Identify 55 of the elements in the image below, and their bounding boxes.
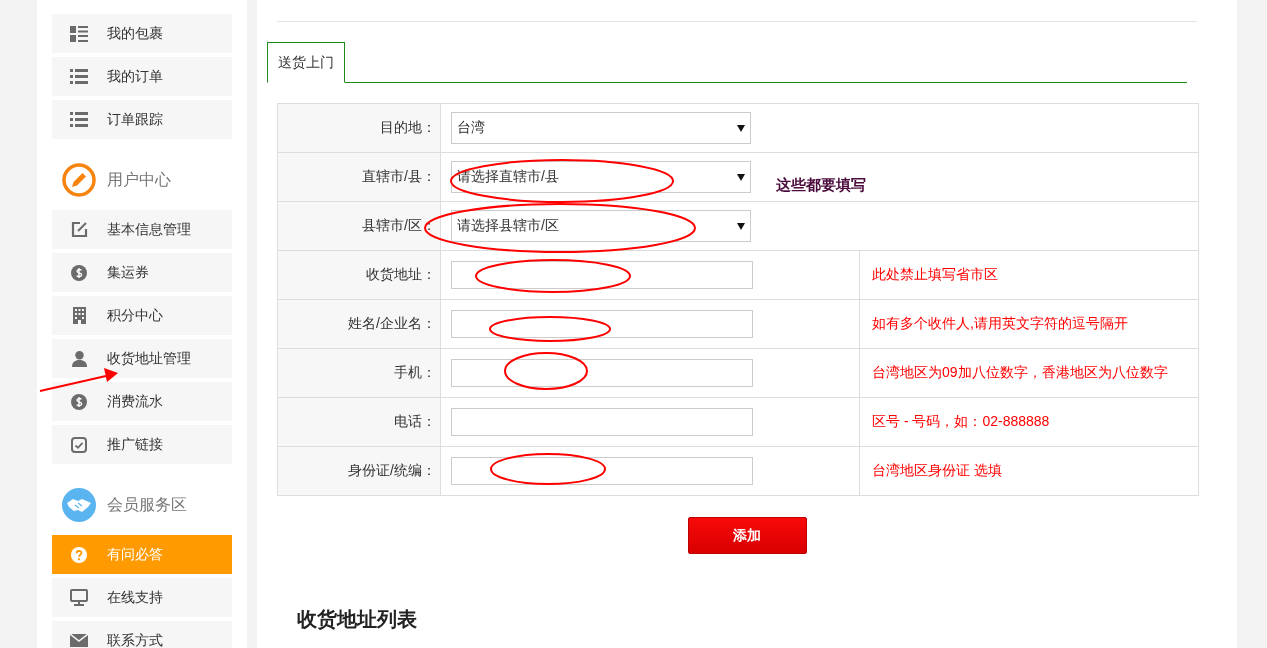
input-field[interactable] <box>451 457 753 485</box>
monitor-icon <box>70 589 88 606</box>
sidebar-item[interactable]: 集运券 <box>52 253 232 292</box>
sidebar-item[interactable]: 消费流水 <box>52 382 232 421</box>
section-heading: 会员服务区 <box>107 494 187 515</box>
select-field[interactable]: 台湾 <box>451 112 751 144</box>
question-icon <box>71 546 87 563</box>
field-label: 直辖市/县： <box>362 168 436 184</box>
sidebar-item[interactable]: 收货地址管理 <box>52 339 232 378</box>
pencil-circle-icon <box>62 163 96 197</box>
hint-text: 如有多个收件人,请用英文字符的逗号隔开 <box>872 315 1128 331</box>
sidebar-item[interactable]: 在线支持 <box>52 578 232 617</box>
field-label: 身份证/统编： <box>348 462 436 478</box>
field-label: 电话： <box>394 413 436 429</box>
dollar-coin-icon <box>71 393 87 410</box>
input-field[interactable] <box>451 261 753 289</box>
sidebar-item[interactable]: 联系方式 <box>52 621 232 648</box>
field-label: 县辖市/区： <box>362 217 436 233</box>
field-label: 姓名/企业名： <box>348 315 436 331</box>
annotation-note: 这些都要填写 <box>776 176 866 195</box>
list-icon <box>70 112 88 127</box>
field-label: 目的地： <box>380 119 436 135</box>
section-heading: 收货地址列表 <box>297 607 418 632</box>
grid-list-icon <box>70 25 88 42</box>
list-icon <box>70 69 88 84</box>
caret-icon <box>737 222 745 230</box>
tab[interactable]: 送货上门 <box>267 42 345 83</box>
hint-text: 区号 - 号码，如：02-888888 <box>872 413 1050 429</box>
hint-text: 台湾地区身份证 选填 <box>872 462 1002 478</box>
building-icon <box>72 307 86 324</box>
handshake-circle-icon <box>62 488 96 522</box>
checkbox-icon <box>71 436 87 453</box>
sidebar-item[interactable]: 订单跟踪 <box>52 100 232 139</box>
add-button[interactable]: 添加 <box>687 517 807 554</box>
field-label: 收货地址： <box>366 266 436 282</box>
input-field[interactable] <box>451 408 753 436</box>
edit-icon <box>70 221 88 238</box>
field-label: 手机： <box>394 364 436 380</box>
sidebar-item[interactable]: 我的订单 <box>52 57 232 96</box>
input-field[interactable] <box>451 359 753 387</box>
sidebar-item[interactable]: 我的包裹 <box>52 14 232 53</box>
caret-icon <box>737 124 745 132</box>
user-icon <box>71 350 87 367</box>
select-field[interactable]: 请选择县辖市/区 <box>451 210 751 242</box>
hint-text: 此处禁止填写省市区 <box>872 266 998 282</box>
sidebar-item[interactable]: 基本信息管理 <box>52 210 232 249</box>
hint-text: 台湾地区为09加八位数字，香港地区为八位数字 <box>872 364 1168 380</box>
sidebar-item[interactable]: 推广链接 <box>52 425 232 464</box>
input-field[interactable] <box>451 310 753 338</box>
section-heading: 用户中心 <box>107 169 171 190</box>
envelope-icon <box>70 634 88 647</box>
caret-icon <box>737 173 745 181</box>
dollar-coin-icon <box>71 264 87 281</box>
sidebar-item[interactable]: 积分中心 <box>52 296 232 335</box>
select-field[interactable]: 请选择直辖市/县 <box>451 161 751 193</box>
